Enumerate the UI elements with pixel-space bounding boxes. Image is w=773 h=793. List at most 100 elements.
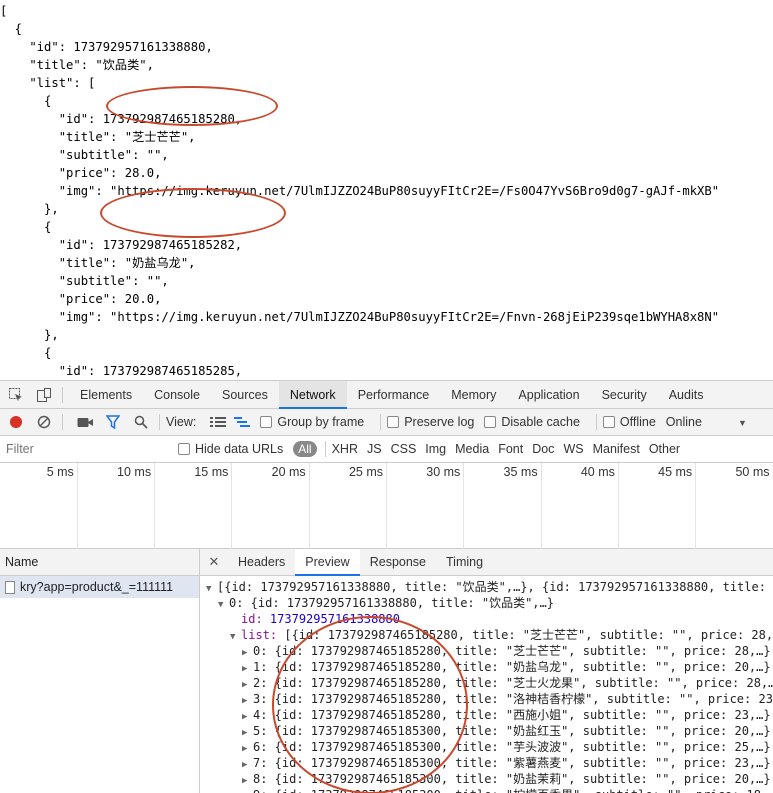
network-toolbar: View: Group by frame Preserve log Disabl… bbox=[0, 409, 773, 436]
timeline-tick-label: 30 ms bbox=[426, 465, 461, 479]
detail-tab-preview[interactable]: Preview bbox=[295, 548, 360, 576]
filter-type-font[interactable]: Font bbox=[498, 442, 523, 456]
separator bbox=[380, 414, 382, 430]
raw-json-line: "title": "饮品类", bbox=[0, 58, 154, 72]
file-icon bbox=[5, 580, 15, 594]
disable-cache-checkbox[interactable]: Disable cache bbox=[484, 415, 580, 429]
tab-security[interactable]: Security bbox=[591, 381, 658, 409]
filter-type-ws[interactable]: WS bbox=[563, 442, 583, 456]
large-rows-icon[interactable] bbox=[206, 410, 230, 434]
tree-list-item-text: 5: {id: 173792987465185300, title: "奶盐红玉… bbox=[253, 724, 771, 738]
tab-performance[interactable]: Performance bbox=[347, 381, 441, 409]
raw-json-line: { bbox=[0, 346, 52, 360]
tab-elements[interactable]: Elements bbox=[69, 381, 143, 409]
tree-list-key: list: bbox=[241, 628, 278, 642]
detail-tab-response[interactable]: Response bbox=[360, 549, 436, 576]
tree-list-item-text: 0: {id: 173792987465185280, title: "芝士芒芒… bbox=[253, 644, 771, 658]
filter-type-js[interactable]: JS bbox=[367, 442, 382, 456]
tree-list-item-text: 7: {id: 173792987465185300, title: "紫薯燕麦… bbox=[253, 756, 771, 770]
tab-console[interactable]: Console bbox=[143, 381, 211, 409]
filter-type-doc[interactable]: Doc bbox=[532, 442, 554, 456]
tree-list-item[interactable]: ▶ 6: {id: 173792987465185300, title: "芋头波… bbox=[200, 739, 773, 755]
filter-input[interactable] bbox=[6, 439, 172, 459]
filter-type-xhr[interactable]: XHR bbox=[332, 442, 358, 456]
resource-type-filters: XHR JS CSS Img Media Font Doc WS Manifest Other bbox=[332, 442, 690, 456]
filter-all-button[interactable]: All bbox=[293, 441, 317, 457]
tree-list-item-text: 6: {id: 173792987465185300, title: "芋头波波… bbox=[253, 740, 771, 754]
throttling-select[interactable]: Online ▼ bbox=[666, 415, 747, 429]
filter-bar: Hide data URLs All XHR JS CSS Img Media Font D… bbox=[0, 436, 773, 463]
tree-list-item[interactable]: ▶ 7: {id: 173792987465185300, title: "紫薯燕… bbox=[200, 755, 773, 771]
raw-json-line: "img": "https://img.keruyun.net/7UlmIJZZ… bbox=[0, 310, 720, 324]
tree-list-item[interactable]: ▶ 3: {id: 173792987465185280, title: "洛神桔… bbox=[200, 691, 773, 707]
detail-tab-timing[interactable]: Timing bbox=[436, 549, 493, 576]
waterfall-icon[interactable] bbox=[230, 410, 254, 434]
raw-json-line: }, bbox=[0, 202, 59, 216]
separator bbox=[62, 386, 63, 403]
tab-memory[interactable]: Memory bbox=[440, 381, 507, 409]
detail-tab-bar: ✕ Headers Preview Response Timing bbox=[200, 548, 773, 576]
detail-tab-headers[interactable]: Headers bbox=[228, 549, 295, 576]
raw-json-line: "price": 28.0, bbox=[0, 166, 162, 180]
tree-list-item[interactable]: ▶ 2: {id: 173792987465185280, title: "芝士火… bbox=[200, 675, 773, 691]
raw-json-line: { bbox=[0, 22, 23, 36]
tree-list-value: [{id: 173792987465185280, title: "芝士芒芒",… bbox=[284, 628, 773, 642]
inspect-element-icon[interactable] bbox=[4, 383, 28, 407]
request-detail: ✕ Headers Preview Response Timing ▼ [{id: 17… bbox=[200, 548, 773, 793]
timeline-tick: 25 ms bbox=[349, 463, 387, 549]
screenshot-camera-icon[interactable] bbox=[73, 410, 97, 434]
search-icon[interactable] bbox=[129, 410, 153, 434]
tree-item-0-row[interactable]: ▼ 0: {id: 173792957161338880, title: "饮品类… bbox=[200, 595, 773, 611]
tree-root-row[interactable]: ▼ [{id: 173792957161338880, title: "饮品类",… bbox=[200, 579, 773, 595]
raw-json-line: "subtitle": "", bbox=[0, 274, 169, 288]
tree-list-item[interactable]: ▶ 4: {id: 173792987465185280, title: "西施小… bbox=[200, 707, 773, 723]
disable-cache-label: Disable cache bbox=[501, 415, 580, 429]
filter-type-css[interactable]: CSS bbox=[391, 442, 417, 456]
timeline-tick-label: 35 ms bbox=[503, 465, 538, 479]
record-icon[interactable] bbox=[4, 410, 28, 434]
separator bbox=[159, 414, 160, 430]
filter-type-img[interactable]: Img bbox=[425, 442, 446, 456]
raw-json-line: "title": "奶盐乌龙", bbox=[0, 256, 196, 270]
raw-json-line: "img": "https://img.keruyun.net/7UlmIJZZ… bbox=[0, 184, 720, 198]
separator bbox=[595, 414, 597, 430]
tab-sources[interactable]: Sources bbox=[211, 381, 279, 409]
timeline-tick-label: 50 ms bbox=[735, 465, 770, 479]
filter-type-manifest[interactable]: Manifest bbox=[593, 442, 640, 456]
tree-list-item[interactable]: ▶9: {id: 173792987465185300, title: "柠檬百… bbox=[200, 787, 773, 793]
network-lower-pane: Name kry?app=product&_=111111 ✕ Headers P… bbox=[0, 548, 773, 793]
raw-json-line: "subtitle": "", bbox=[0, 148, 169, 162]
raw-json-line: { bbox=[0, 220, 52, 234]
tab-network[interactable]: Network bbox=[278, 380, 347, 409]
hide-data-urls-label: Hide data URLs bbox=[195, 442, 284, 456]
timeline-tick: 45 ms bbox=[658, 463, 697, 549]
raw-json-line: "list": [ bbox=[0, 76, 96, 90]
filter-type-other[interactable]: Other bbox=[649, 442, 680, 456]
tree-list-items: ▶ 0: {id: 173792987465185280, title: "芝士芒… bbox=[200, 643, 773, 793]
tree-list-item[interactable]: ▶ 8: {id: 173792987465185300, title: "奶盐茉… bbox=[200, 771, 773, 787]
tree-list-item[interactable]: ▶ 5: {id: 173792987465185300, title: "奶盐红… bbox=[200, 723, 773, 739]
preserve-log-checkbox[interactable]: Preserve log bbox=[387, 415, 474, 429]
device-toolbar-icon[interactable] bbox=[32, 383, 56, 407]
name-column-header[interactable]: Name bbox=[0, 549, 199, 576]
raw-json-line: "price": 20.0, bbox=[0, 292, 162, 306]
request-row[interactable]: kry?app=product&_=111111 bbox=[0, 576, 199, 598]
tree-root-text: [{id: 173792957161338880, title: "饮品类",…… bbox=[217, 580, 766, 594]
tree-list-item[interactable]: ▶ 0: {id: 173792987465185280, title: "芝士芒… bbox=[200, 643, 773, 659]
separator bbox=[324, 441, 326, 457]
devtools-tabs: Elements Console Sources Network Performance… bbox=[69, 380, 715, 409]
tree-list-row[interactable]: ▼ list: [{id: 173792987465185280, title: … bbox=[200, 627, 773, 643]
offline-checkbox[interactable]: Offline bbox=[602, 415, 656, 429]
tree-list-item-text: 9: {id: 173792987465185300, title: "柠檬百香… bbox=[253, 788, 773, 793]
clear-icon[interactable] bbox=[32, 410, 56, 434]
timeline-tick-label: 5 ms bbox=[46, 465, 74, 479]
filter-type-media[interactable]: Media bbox=[455, 442, 489, 456]
timeline-tick-label: 45 ms bbox=[658, 465, 693, 479]
hide-data-urls-checkbox[interactable]: Hide data URLs bbox=[178, 442, 283, 456]
tab-application[interactable]: Application bbox=[507, 381, 590, 409]
filter-icon[interactable] bbox=[101, 410, 125, 434]
close-icon[interactable]: ✕ bbox=[200, 554, 228, 570]
tree-list-item[interactable]: ▶ 1: {id: 173792987465185280, title: "奶盐乌… bbox=[200, 659, 773, 675]
group-by-frame-checkbox[interactable]: Group by frame bbox=[260, 415, 364, 429]
tab-audits[interactable]: Audits bbox=[658, 381, 715, 409]
